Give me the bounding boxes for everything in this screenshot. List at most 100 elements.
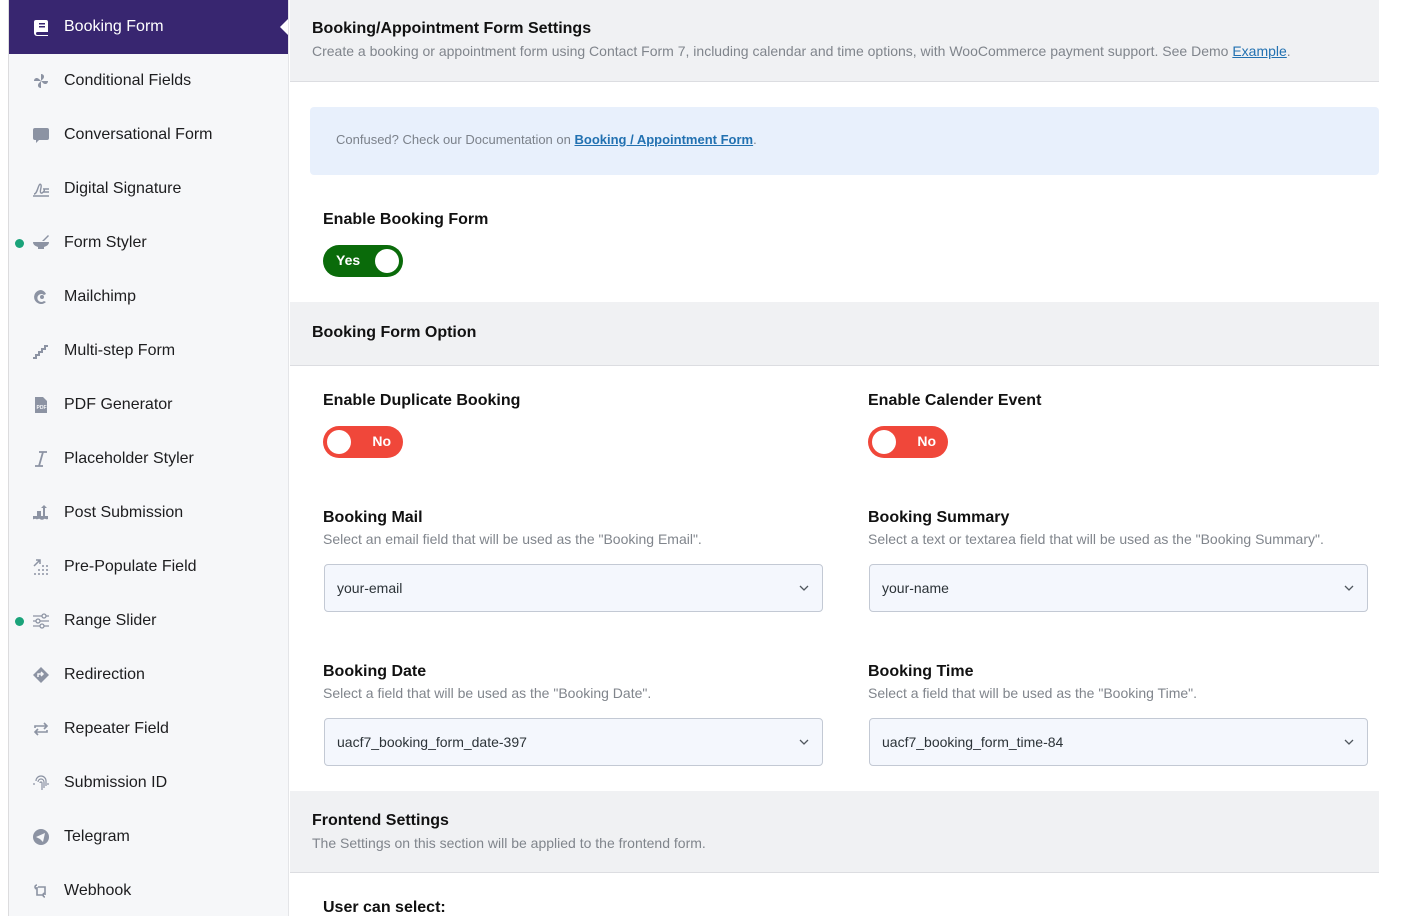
addon-sidebar: Booking Form Conditional Fields Conversati… xyxy=(9,0,289,916)
example-link[interactable]: Example xyxy=(1232,43,1286,59)
frontend-settings-section-header: Frontend Settings The Settings on this s… xyxy=(290,791,1379,873)
sidebar-item-label: Booking Form xyxy=(64,18,164,36)
booking-time-description: Select a field that will be used as the … xyxy=(868,685,1197,701)
booking-mail-value: your-email xyxy=(337,580,402,596)
sidebar-item-label: Range Slider xyxy=(64,612,157,630)
booking-summary-select[interactable]: your-name xyxy=(869,564,1368,612)
sidebar-item-placeholder-styler[interactable]: Placeholder Styler xyxy=(9,432,288,486)
sidebar-item-label: PDF Generator xyxy=(64,396,172,414)
chevron-down-icon xyxy=(798,736,810,748)
toggle-state-label: Yes xyxy=(336,252,360,268)
sidebar-item-label: Telegram xyxy=(64,828,130,846)
status-dot xyxy=(15,239,24,248)
sidebar-item-digital-signature[interactable]: Digital Signature xyxy=(9,162,288,216)
documentation-notice: Confused? Check our Documentation on Boo… xyxy=(310,107,1379,175)
sidebar-item-booking-form[interactable]: Booking Form xyxy=(9,0,288,54)
sidebar-item-webhook[interactable]: Webhook xyxy=(9,864,288,916)
booking-date-field: Booking Date Select a field that will be… xyxy=(323,663,651,701)
documentation-link[interactable]: Booking / Appointment Form xyxy=(574,132,753,147)
sidebar-item-conditional-fields[interactable]: Conditional Fields xyxy=(9,54,288,108)
booking-date-select[interactable]: uacf7_booking_form_date-397 xyxy=(324,718,823,766)
booking-options-title: Booking Form Option xyxy=(312,324,476,342)
notice-suffix: . xyxy=(753,132,757,147)
sidebar-item-label: Digital Signature xyxy=(64,180,181,198)
sidebar-item-label: Repeater Field xyxy=(64,720,169,738)
enable-booking-label: Enable Booking Form xyxy=(323,211,488,229)
sidebar-item-form-styler[interactable]: Form Styler xyxy=(9,216,288,270)
calendar-event-label: Enable Calender Event xyxy=(868,392,1041,410)
sidebar-item-pre-populate-field[interactable]: Pre-Populate Field xyxy=(9,540,288,594)
enable-booking-toggle[interactable]: Yes xyxy=(323,245,403,277)
sidebar-item-label: Placeholder Styler xyxy=(64,450,194,468)
sidebar-item-mailchimp[interactable]: Mailchimp xyxy=(9,270,288,324)
booking-summary-field: Booking Summary Select a text or textare… xyxy=(868,509,1324,547)
toggle-knob xyxy=(375,249,399,273)
signature-icon xyxy=(31,179,51,199)
sidebar-item-repeater-field[interactable]: Repeater Field xyxy=(9,702,288,756)
redirect-diamond-icon xyxy=(31,665,51,685)
sidebar-item-multi-step-form[interactable]: Multi-step Form xyxy=(9,324,288,378)
stairs-icon xyxy=(31,341,51,361)
mortar-pestle-icon xyxy=(31,233,51,253)
chevron-down-icon xyxy=(1343,736,1355,748)
frontend-settings-title: Frontend Settings xyxy=(312,812,449,830)
sliders-icon xyxy=(31,611,51,631)
booking-time-value: uacf7_booking_form_time-84 xyxy=(882,734,1063,750)
sidebar-item-label: Mailchimp xyxy=(64,288,136,306)
sidebar-item-pdf-generator[interactable]: PDF PDF Generator xyxy=(9,378,288,432)
webhook-icon xyxy=(31,881,51,901)
page-description-text: Create a booking or appointment form usi… xyxy=(312,43,1232,59)
sidebar-item-submission-id[interactable]: Submission ID xyxy=(9,756,288,810)
booking-options-section-header: Booking Form Option xyxy=(290,302,1379,366)
booking-summary-value: your-name xyxy=(882,580,949,596)
frontend-settings-description: The Settings on this section will be app… xyxy=(312,835,706,851)
toggle-knob xyxy=(327,430,351,454)
booking-time-select[interactable]: uacf7_booking_form_time-84 xyxy=(869,718,1368,766)
booking-mail-description: Select an email field that will be used … xyxy=(323,531,702,547)
booking-mail-field: Booking Mail Select an email field that … xyxy=(323,509,702,547)
notice-text: Confused? Check our Documentation on xyxy=(336,132,574,147)
fingerprint-icon xyxy=(31,773,51,793)
duplicate-booking-toggle[interactable]: No xyxy=(323,426,403,458)
sidebar-item-conversational-form[interactable]: Conversational Form xyxy=(9,108,288,162)
sidebar-item-label: Conditional Fields xyxy=(64,72,191,90)
telegram-icon xyxy=(31,827,51,847)
sidebar-item-label: Form Styler xyxy=(64,234,147,252)
chevron-down-icon xyxy=(1343,582,1355,594)
page-header: Booking/Appointment Form Settings Create… xyxy=(290,0,1379,82)
booking-date-description: Select a field that will be used as the … xyxy=(323,685,651,701)
sidebar-item-label: Redirection xyxy=(64,666,145,684)
italic-icon xyxy=(31,449,51,469)
duplicate-booking-label: Enable Duplicate Booking xyxy=(323,392,520,410)
sidebar-item-label: Webhook xyxy=(64,882,131,900)
booking-date-label: Booking Date xyxy=(323,663,651,681)
chevron-down-icon xyxy=(798,582,810,594)
sidebar-item-label: Pre-Populate Field xyxy=(64,558,197,576)
booking-mail-select[interactable]: your-email xyxy=(324,564,823,612)
booking-time-label: Booking Time xyxy=(868,663,1197,681)
sidebar-item-label: Post Submission xyxy=(64,504,183,522)
sidebar-item-range-slider[interactable]: Range Slider xyxy=(9,594,288,648)
toggle-state-label: No xyxy=(917,433,936,449)
user-can-select-label: User can select: xyxy=(323,899,446,916)
sidebar-item-redirection[interactable]: Redirection xyxy=(9,648,288,702)
page-description-suffix: . xyxy=(1287,43,1291,59)
calendar-event-toggle[interactable]: No xyxy=(868,426,948,458)
booking-mail-label: Booking Mail xyxy=(323,509,702,527)
pdf-file-icon: PDF xyxy=(31,395,51,415)
upload-people-icon xyxy=(31,503,51,523)
toggle-knob xyxy=(872,430,896,454)
chat-bubble-icon xyxy=(31,125,51,145)
booking-time-field: Booking Time Select a field that will be… xyxy=(868,663,1197,701)
booking-summary-description: Select a text or textarea field that wil… xyxy=(868,531,1324,547)
repeat-icon xyxy=(31,719,51,739)
outer-frame-edge xyxy=(0,0,9,916)
settings-panel: Booking/Appointment Form Settings Create… xyxy=(290,0,1379,916)
status-dot xyxy=(15,617,24,626)
sidebar-item-post-submission[interactable]: Post Submission xyxy=(9,486,288,540)
sidebar-item-label: Submission ID xyxy=(64,774,167,792)
prepopulate-icon xyxy=(31,557,51,577)
mailchimp-icon xyxy=(31,287,51,307)
sidebar-item-telegram[interactable]: Telegram xyxy=(9,810,288,864)
page-description: Create a booking or appointment form usi… xyxy=(312,43,1357,59)
